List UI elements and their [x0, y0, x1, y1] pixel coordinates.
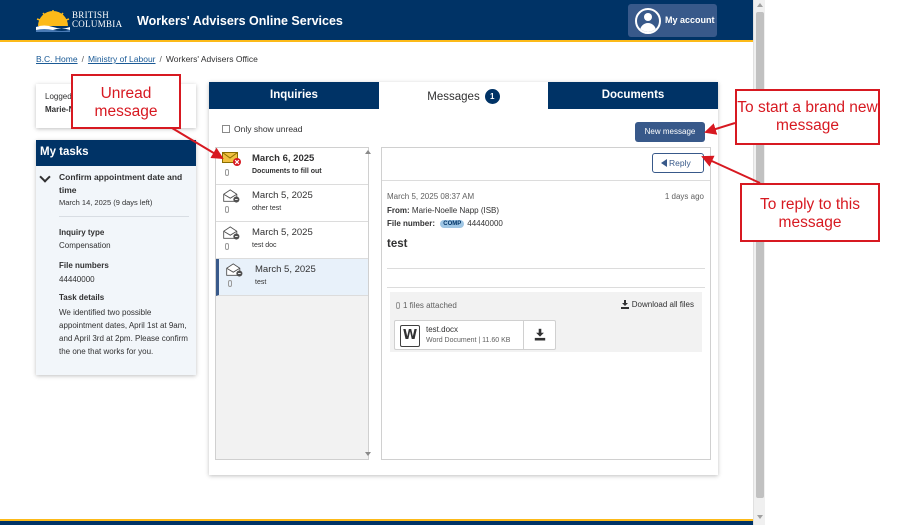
download-attachment-button[interactable]	[523, 321, 556, 349]
annotation-new-message: To start a brand new message	[735, 89, 880, 145]
message-list-item[interactable]: March 5, 2025 test	[216, 259, 368, 296]
scroll-up-icon[interactable]	[365, 150, 371, 154]
scroll-down-icon[interactable]	[365, 452, 371, 456]
download-all-label: Download all files	[631, 300, 694, 309]
inquiry-type-label: Inquiry type	[59, 228, 105, 237]
message-detail: Reply March 5, 2025 08:37 AM 1 days ago …	[381, 147, 711, 460]
messages-panel: Inquiries Messages 1 Documents Only show …	[209, 82, 718, 475]
breadcrumb: B.C. Home / Ministry of Labour / Workers' Ad…	[36, 54, 258, 64]
annotation-unread: Unread message	[71, 74, 181, 129]
tab-messages[interactable]: Messages 1	[379, 82, 548, 109]
file-type-badge: COMP	[440, 220, 465, 228]
message-date: March 5, 2025	[255, 264, 316, 275]
attachment-meta: Word Document | 11.60 KB	[426, 337, 511, 344]
word-document-icon: W	[400, 325, 420, 347]
chevron-down-icon[interactable]	[39, 171, 51, 183]
message-file-number: File number: COMP 44440000	[387, 219, 503, 228]
divider	[387, 268, 705, 269]
tab-inquiries-label: Inquiries	[270, 89, 318, 101]
download-all-link[interactable]: Download all files	[620, 300, 694, 309]
breadcrumb-ministry-link[interactable]: Ministry of Labour	[88, 54, 156, 64]
breadcrumb-home-link[interactable]: B.C. Home	[36, 54, 78, 64]
sun-logo-icon	[36, 10, 70, 32]
file-number-value: 44440000	[467, 219, 503, 228]
file-numbers-value: 44440000	[59, 275, 95, 284]
reply-label: Reply	[669, 158, 691, 168]
scroll-down-icon[interactable]	[757, 515, 763, 519]
message-subject-heading: test	[387, 238, 408, 250]
scrollbar-thumb[interactable]	[756, 12, 764, 498]
inquiry-type-value: Compensation	[59, 241, 111, 250]
message-subject: other test	[252, 205, 282, 212]
message-list: March 6, 2025 Documents to fill out Marc…	[215, 147, 369, 460]
task-details-text: We identified two possible appointment d…	[59, 308, 188, 356]
message-list-item[interactable]: March 5, 2025 other test	[216, 185, 368, 222]
read-envelope-icon	[223, 226, 240, 240]
read-envelope-icon	[226, 263, 243, 277]
my-account-label: My account	[665, 15, 715, 25]
my-account-button[interactable]: My account	[628, 4, 717, 37]
new-message-button[interactable]: New message	[635, 122, 705, 142]
attachments-box: 1 files attached Download all files W te…	[390, 292, 702, 352]
from-value: Marie-Noelle Napp (ISB)	[411, 206, 500, 215]
message-subject: test doc	[252, 242, 277, 249]
download-icon	[534, 328, 546, 340]
user-avatar-icon	[635, 8, 661, 34]
from-label: From:	[387, 206, 410, 215]
tab-documents-label: Documents	[601, 89, 665, 101]
message-list-item[interactable]: March 5, 2025 test doc	[216, 222, 368, 259]
message-subject: test	[255, 279, 267, 286]
paperclip-icon	[225, 243, 229, 250]
divider	[59, 216, 189, 217]
read-envelope-icon	[223, 189, 240, 203]
file-number-label: File number:	[387, 219, 436, 228]
unread-checkbox[interactable]	[222, 125, 230, 133]
tab-messages-label: Messages	[427, 91, 480, 103]
page-scrollbar[interactable]	[753, 0, 765, 525]
task-title[interactable]: Confirm appointment date and time	[59, 171, 195, 197]
annotation-reply: To reply to this message	[740, 183, 880, 242]
message-age: 1 days ago	[664, 192, 704, 201]
bc-logo[interactable]: BRITISH COLUMBIA	[36, 8, 122, 34]
logo-text: BRITISH COLUMBIA	[72, 10, 123, 29]
paperclip-icon	[396, 302, 400, 309]
download-icon	[620, 300, 629, 309]
unread-filter-label: Only show unread	[234, 124, 303, 134]
attachment-name: test.docx	[426, 325, 459, 334]
message-date: March 5, 2025	[252, 190, 313, 201]
my-tasks-panel: My tasks Confirm appointment date and ti…	[36, 140, 196, 375]
message-timestamp: March 5, 2025 08:37 AM	[387, 192, 475, 201]
message-date: March 6, 2025	[252, 153, 315, 164]
site-footer	[0, 519, 753, 525]
attachment-card[interactable]: W test.docx Word Document | 11.60 KB	[394, 320, 556, 350]
message-from: From: Marie-Noelle Napp (ISB)	[387, 206, 499, 215]
file-numbers-label: File numbers	[59, 261, 109, 270]
attachment-count: 1 files attached	[396, 301, 457, 310]
breadcrumb-current: Workers' Advisers Office	[165, 54, 258, 64]
reply-button[interactable]: Reply	[652, 153, 704, 173]
task-due-date: March 14, 2025 (9 days left)	[59, 198, 153, 207]
scroll-up-icon[interactable]	[757, 3, 763, 7]
divider	[382, 180, 710, 181]
tab-documents[interactable]: Documents	[548, 82, 718, 109]
message-subject: Documents to fill out	[252, 168, 322, 175]
reply-arrow-icon	[661, 159, 667, 167]
unread-count-badge: 1	[484, 89, 500, 104]
unread-envelope-icon	[222, 152, 241, 166]
site-title: Workers' Advisers Online Services	[137, 14, 343, 28]
my-tasks-heading: My tasks	[36, 140, 196, 166]
site-header: BRITISH COLUMBIA Workers' Advisers Onlin…	[0, 0, 753, 42]
message-list-item[interactable]: March 6, 2025 Documents to fill out	[216, 148, 368, 185]
message-list-scrollbar[interactable]	[363, 147, 373, 460]
message-date: March 5, 2025	[252, 227, 313, 238]
unread-filter[interactable]: Only show unread	[222, 124, 303, 134]
tab-inquiries[interactable]: Inquiries	[209, 82, 379, 109]
paperclip-icon	[225, 169, 229, 176]
paperclip-icon	[225, 206, 229, 213]
paperclip-icon	[228, 280, 232, 287]
divider	[387, 287, 705, 288]
task-details-label: Task details	[59, 293, 105, 302]
